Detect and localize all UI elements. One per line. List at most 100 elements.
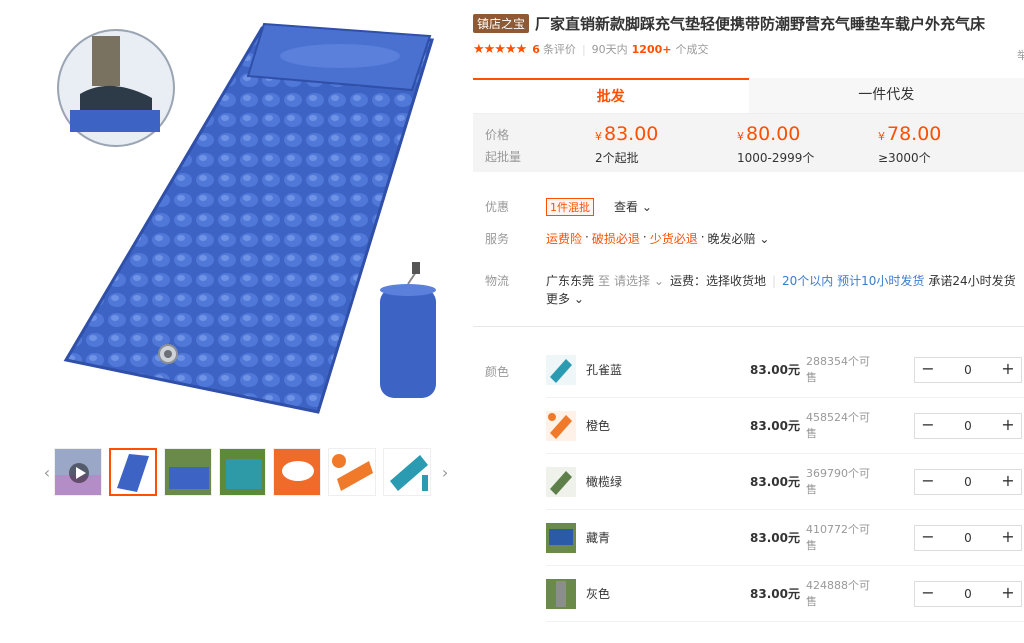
thumbnail-grass[interactable] — [218, 448, 267, 496]
stock-line-1: 288354个可 — [806, 354, 870, 368]
teal-mat-thumb-icon — [384, 449, 431, 495]
chevron-down-icon: ⌄ — [653, 274, 664, 288]
quantity-stepper: − 0 + — [914, 580, 1022, 607]
destination-select[interactable]: 请选择 ⌄ — [614, 272, 664, 290]
increment-button[interactable]: + — [995, 470, 1021, 494]
decrement-button[interactable]: − — [915, 526, 941, 550]
rating-stars-icon: ★★★★★ — [473, 41, 527, 57]
stock-line-2: 售 — [806, 482, 817, 496]
thumb-next-arrow[interactable]: › — [438, 446, 452, 498]
delivery-promise-link[interactable]: 20个以内 预计10小时发货 — [782, 272, 924, 290]
product-info-panel: 镇店之宝 厂家直销新款脚踩充气垫轻便携带防潮野营充气睡垫车载户外充气床 ★★★★… — [473, 10, 1024, 622]
review-count[interactable]: 6 — [532, 43, 540, 56]
logistics-row: 物流 广东东莞 至 请选择 ⌄ 运费：选择收货地 | 20个以内 预计10小时发… — [473, 272, 1024, 308]
sku-thumbnail[interactable] — [546, 522, 576, 553]
stock-line-2: 售 — [806, 370, 817, 384]
purchase-mode-tabs: 批发 一件代发 — [473, 78, 1024, 114]
service-row: 服务 运费险 · 破损必退 · 少货必退 · 晚发必赔 ⌄ — [473, 230, 1024, 247]
sku-stock: 288354个可售 — [806, 354, 914, 386]
sku-name: 灰色 — [586, 587, 611, 601]
chevron-down-icon: ⌄ — [641, 200, 652, 214]
quantity-stepper: − 0 + — [914, 412, 1022, 439]
sku-thumbnail[interactable] — [546, 354, 576, 385]
currency-symbol: ¥ — [737, 130, 744, 143]
quantity-value[interactable]: 0 — [941, 587, 995, 601]
quantity-stepper: − 0 + — [914, 524, 1022, 551]
sku-name: 藏青 — [586, 531, 611, 545]
service-shortage-return[interactable]: 少货必退 — [650, 230, 698, 247]
sku-price: 83.00元 — [750, 363, 800, 377]
thumbnail-outdoor[interactable] — [163, 448, 212, 496]
decrement-button[interactable]: − — [915, 358, 941, 382]
tier-price: 78.00 — [887, 123, 942, 145]
thumb-prev-arrow[interactable]: ‹ — [40, 446, 54, 498]
quantity-value[interactable]: 0 — [941, 475, 995, 489]
sku-thumbnail[interactable] — [546, 578, 576, 609]
service-late-compensation[interactable]: 晚发必赔 ⌄ — [708, 230, 770, 247]
thumbnail-strip: ‹ › — [40, 446, 452, 498]
sku-name: 孔雀蓝 — [586, 363, 623, 377]
product-title: 厂家直销新款脚踩充气垫轻便携带防潮野营充气睡垫车载户外充气床 — [535, 14, 986, 33]
ship-from: 广东东莞 — [546, 274, 595, 288]
stock-line-2: 售 — [806, 538, 817, 552]
tier-price: 83.00 — [604, 123, 659, 145]
quantity-value[interactable]: 0 — [941, 363, 995, 377]
thumbnail-teal-mat[interactable] — [383, 448, 432, 496]
title-row: 镇店之宝 厂家直销新款脚踩充气垫轻便携带防潮野营充气睡垫车载户外充气床 — [473, 10, 1024, 36]
logistics-more[interactable]: 更多 ⌄ — [546, 290, 584, 308]
decrement-button[interactable]: − — [915, 470, 941, 494]
increment-button[interactable]: + — [995, 582, 1021, 606]
main-product-image[interactable] — [40, 10, 452, 430]
quantity-value[interactable]: 0 — [941, 419, 995, 433]
stock-line-2: 售 — [806, 426, 817, 440]
thumbnail-video[interactable] — [53, 448, 102, 496]
thumbnail-features[interactable] — [273, 448, 322, 496]
review-label[interactable]: 条评价 — [543, 41, 576, 57]
thumbnail-blue-mat[interactable] — [108, 448, 157, 496]
period-label: 90天内 — [591, 43, 628, 56]
report-link[interactable]: 举 — [1017, 47, 1024, 63]
section-divider — [473, 326, 1024, 327]
sold-count: 1200+ — [631, 42, 672, 56]
decrement-button[interactable]: − — [915, 414, 941, 438]
tier-price: 80.00 — [746, 123, 801, 145]
increment-button[interactable]: + — [995, 414, 1021, 438]
price-tier-3: ¥78.00 ≥3000个 — [878, 122, 941, 167]
dot-separator: · — [642, 230, 647, 244]
sku-price: 83.00元 — [750, 587, 800, 601]
promo-label: 优惠 — [485, 200, 510, 214]
gray-mat-icon — [546, 578, 576, 609]
late-compensation-label: 晚发必赔 — [707, 232, 756, 246]
quantity-value[interactable]: 0 — [941, 531, 995, 545]
video-thumb-icon — [54, 449, 101, 495]
blue-mat-thumb-icon — [110, 450, 155, 494]
sku-thumbnail[interactable] — [546, 466, 576, 497]
service-damage-return[interactable]: 破损必退 — [592, 230, 640, 247]
navy-mat-icon — [546, 522, 576, 553]
price-box: 价格 起批量 ¥83.00 2个起批 ¥80.00 1000-2999个 ¥78… — [473, 114, 1024, 172]
orange-mat-thumb-icon — [329, 449, 376, 495]
features-thumb-icon — [274, 449, 321, 495]
price-tier-2: ¥80.00 1000-2999个 — [737, 122, 814, 167]
sku-price: 83.00元 — [750, 419, 800, 433]
sku-name: 橄榄绿 — [586, 475, 623, 489]
view-promo-link[interactable]: 查看 ⌄ — [614, 198, 652, 216]
tab-dropship[interactable]: 一件代发 — [748, 78, 1024, 113]
sku-price: 83.00元 — [750, 531, 800, 545]
delivery-promise: 承诺24小时发货 — [928, 274, 1016, 288]
thumbnail-orange-mat[interactable] — [328, 448, 377, 496]
price-tier-1: ¥83.00 2个起批 — [595, 122, 658, 167]
increment-button[interactable]: + — [995, 358, 1021, 382]
air-mattress-image — [57, 22, 436, 414]
increment-button[interactable]: + — [995, 526, 1021, 550]
sku-stock: 369790个可售 — [806, 466, 914, 498]
quantity-stepper: − 0 + — [914, 468, 1022, 495]
price-label: 价格 — [485, 128, 510, 142]
tab-wholesale[interactable]: 批发 — [473, 78, 749, 113]
sku-thumbnail[interactable] — [546, 410, 576, 441]
service-freight-insurance[interactable]: 运费险 — [546, 230, 582, 247]
logistics-label: 物流 — [485, 274, 510, 288]
decrement-button[interactable]: − — [915, 582, 941, 606]
olive-mat-icon — [546, 466, 576, 497]
quantity-stepper: − 0 + — [914, 356, 1022, 383]
